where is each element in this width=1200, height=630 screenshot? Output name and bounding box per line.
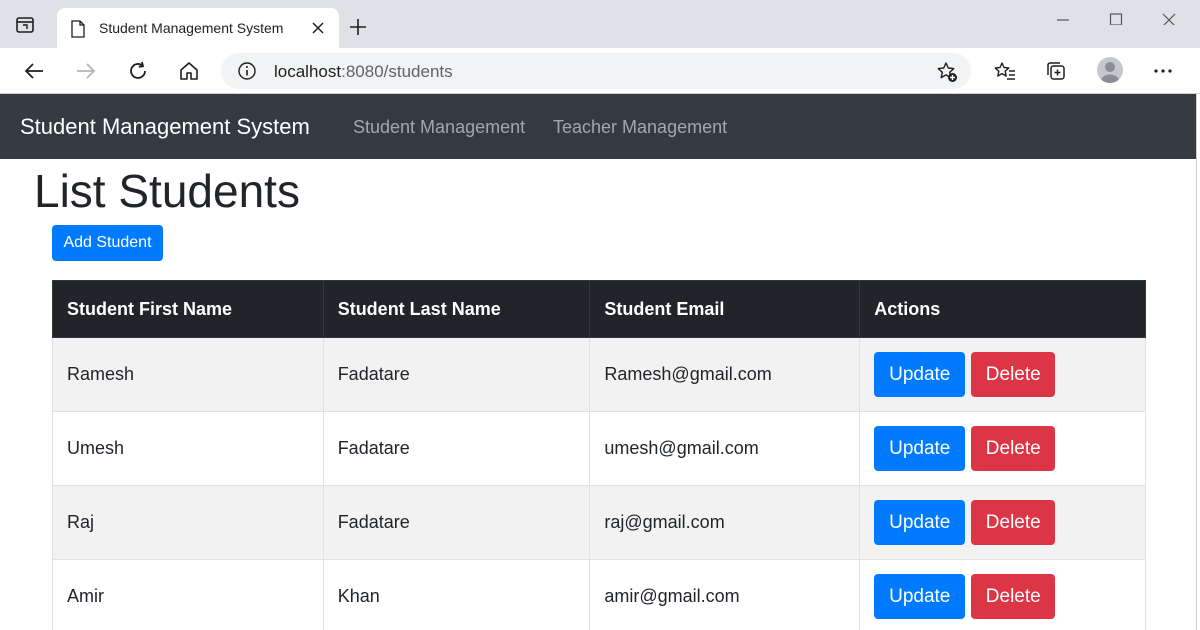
nav-link-student-management[interactable]: Student Management xyxy=(353,117,525,138)
page-title: List Students xyxy=(34,165,300,217)
table-row: Ramesh Fadatare Ramesh@gmail.com Update D… xyxy=(52,337,1146,412)
browser-tab-bar: Student Management System xyxy=(0,0,1200,48)
cell-last-name: Fadatare xyxy=(322,411,591,486)
update-button[interactable]: Update xyxy=(874,426,966,471)
table-header-row: Student First Name Student Last Name Stu… xyxy=(52,280,1146,338)
cell-email: umesh@gmail.com xyxy=(589,411,861,486)
update-button[interactable]: Update xyxy=(874,574,966,619)
app-navbar: Student Management System Student Manage… xyxy=(0,94,1196,159)
cell-email: amir@gmail.com xyxy=(589,559,861,630)
update-button[interactable]: Update xyxy=(874,352,966,397)
table-row: Raj Fadatare raj@gmail.com Update Delete xyxy=(52,485,1146,560)
url-text[interactable]: localhost:8080/students xyxy=(274,62,453,82)
cell-first-name: Ramesh xyxy=(52,337,324,412)
cell-actions: Update Delete xyxy=(859,559,1146,630)
browser-tab[interactable]: Student Management System xyxy=(57,8,339,48)
page-icon xyxy=(70,20,86,38)
add-student-button[interactable]: Add Student xyxy=(52,225,163,261)
cell-email: raj@gmail.com xyxy=(589,485,861,560)
nav-link-teacher-management[interactable]: Teacher Management xyxy=(553,117,727,138)
site-info-icon[interactable] xyxy=(237,61,257,81)
cell-last-name: Fadatare xyxy=(322,337,591,412)
delete-button[interactable]: Delete xyxy=(971,426,1056,471)
collections-icon[interactable] xyxy=(1044,59,1068,83)
header-last-name: Student Last Name xyxy=(322,280,591,338)
cell-email: Ramesh@gmail.com xyxy=(589,337,861,412)
address-bar[interactable]: localhost:8080/students xyxy=(221,53,971,89)
delete-button[interactable]: Delete xyxy=(971,352,1056,397)
cell-first-name: Raj xyxy=(52,485,324,560)
back-arrow-icon[interactable] xyxy=(22,59,46,83)
close-window-icon[interactable] xyxy=(1146,8,1192,28)
close-tab-icon[interactable] xyxy=(311,21,325,35)
browser-toolbar: localhost:8080/students xyxy=(0,48,1200,94)
cell-first-name: Amir xyxy=(52,559,324,630)
cell-last-name: Fadatare xyxy=(322,485,591,560)
new-tab-plus-icon[interactable] xyxy=(348,17,368,37)
update-button[interactable]: Update xyxy=(874,500,966,545)
table-row: Umesh Fadatare umesh@gmail.com Update Del… xyxy=(52,411,1146,486)
students-table: Student First Name Student Last Name Stu… xyxy=(52,280,1146,630)
maximize-icon[interactable] xyxy=(1093,8,1139,28)
minimize-icon[interactable] xyxy=(1040,8,1086,28)
delete-button[interactable]: Delete xyxy=(971,500,1056,545)
cell-actions: Update Delete xyxy=(859,411,1146,486)
profile-avatar-icon[interactable] xyxy=(1097,57,1123,83)
header-first-name: Student First Name xyxy=(52,280,324,338)
header-actions: Actions xyxy=(859,280,1146,338)
reload-icon[interactable] xyxy=(126,59,150,83)
add-favorite-icon[interactable] xyxy=(936,61,958,83)
favorites-icon[interactable] xyxy=(993,59,1017,83)
url-path: :8080/students xyxy=(341,62,453,81)
table-row: Amir Khan amir@gmail.com Update Delete xyxy=(52,559,1146,630)
home-icon[interactable] xyxy=(177,59,201,83)
forward-arrow-icon[interactable] xyxy=(74,59,98,83)
cell-actions: Update Delete xyxy=(859,337,1146,412)
window-edge xyxy=(1196,94,1200,630)
tab-actions-icon[interactable] xyxy=(14,14,36,36)
cell-first-name: Umesh xyxy=(52,411,324,486)
header-email: Student Email xyxy=(589,280,861,338)
tab-title: Student Management System xyxy=(99,20,284,36)
navbar-brand[interactable]: Student Management System xyxy=(20,114,310,140)
cell-last-name: Khan xyxy=(322,559,591,630)
url-host: localhost xyxy=(274,62,342,81)
more-menu-icon[interactable] xyxy=(1151,59,1175,83)
cell-actions: Update Delete xyxy=(859,485,1146,560)
delete-button[interactable]: Delete xyxy=(971,574,1056,619)
